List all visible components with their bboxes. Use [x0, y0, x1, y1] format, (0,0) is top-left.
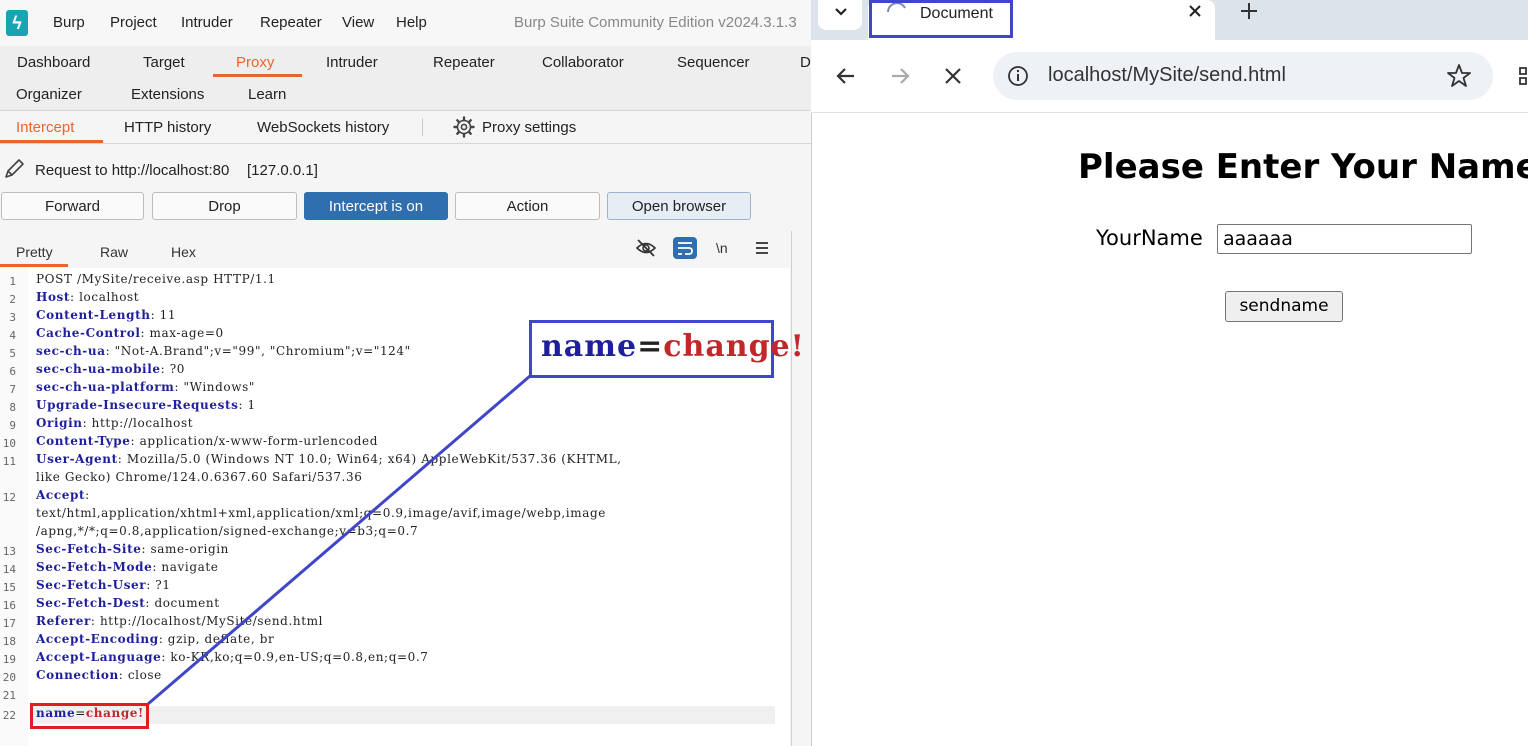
name-label: YourName — [1096, 226, 1203, 250]
zoom-param-value: change! — [663, 329, 805, 364]
page-heading: Please Enter Your Name — [1078, 147, 1528, 187]
extensions-icon[interactable] — [1516, 64, 1528, 88]
back-arrow-icon[interactable] — [834, 64, 858, 88]
site-info-icon[interactable] — [1006, 64, 1030, 88]
name-input[interactable] — [1217, 224, 1472, 254]
url-text: localhost/MySite/send.html — [1048, 64, 1286, 86]
annotation-red-box — [30, 703, 149, 729]
bookmark-star-icon[interactable] — [1446, 63, 1472, 89]
forward-arrow-icon[interactable] — [888, 64, 912, 88]
new-tab-icon[interactable] — [1240, 2, 1258, 20]
stop-loading-icon[interactable] — [942, 65, 964, 87]
zoom-param-equals: = — [637, 329, 664, 364]
sendname-button[interactable]: sendname — [1225, 291, 1343, 322]
zoom-param-name: name — [541, 329, 638, 364]
annotation-tab-highlight — [869, 0, 1013, 38]
chevron-down-icon — [835, 8, 847, 16]
close-tab-icon[interactable] — [1187, 3, 1203, 19]
annotation-zoom-callout: name=change! — [529, 320, 804, 378]
